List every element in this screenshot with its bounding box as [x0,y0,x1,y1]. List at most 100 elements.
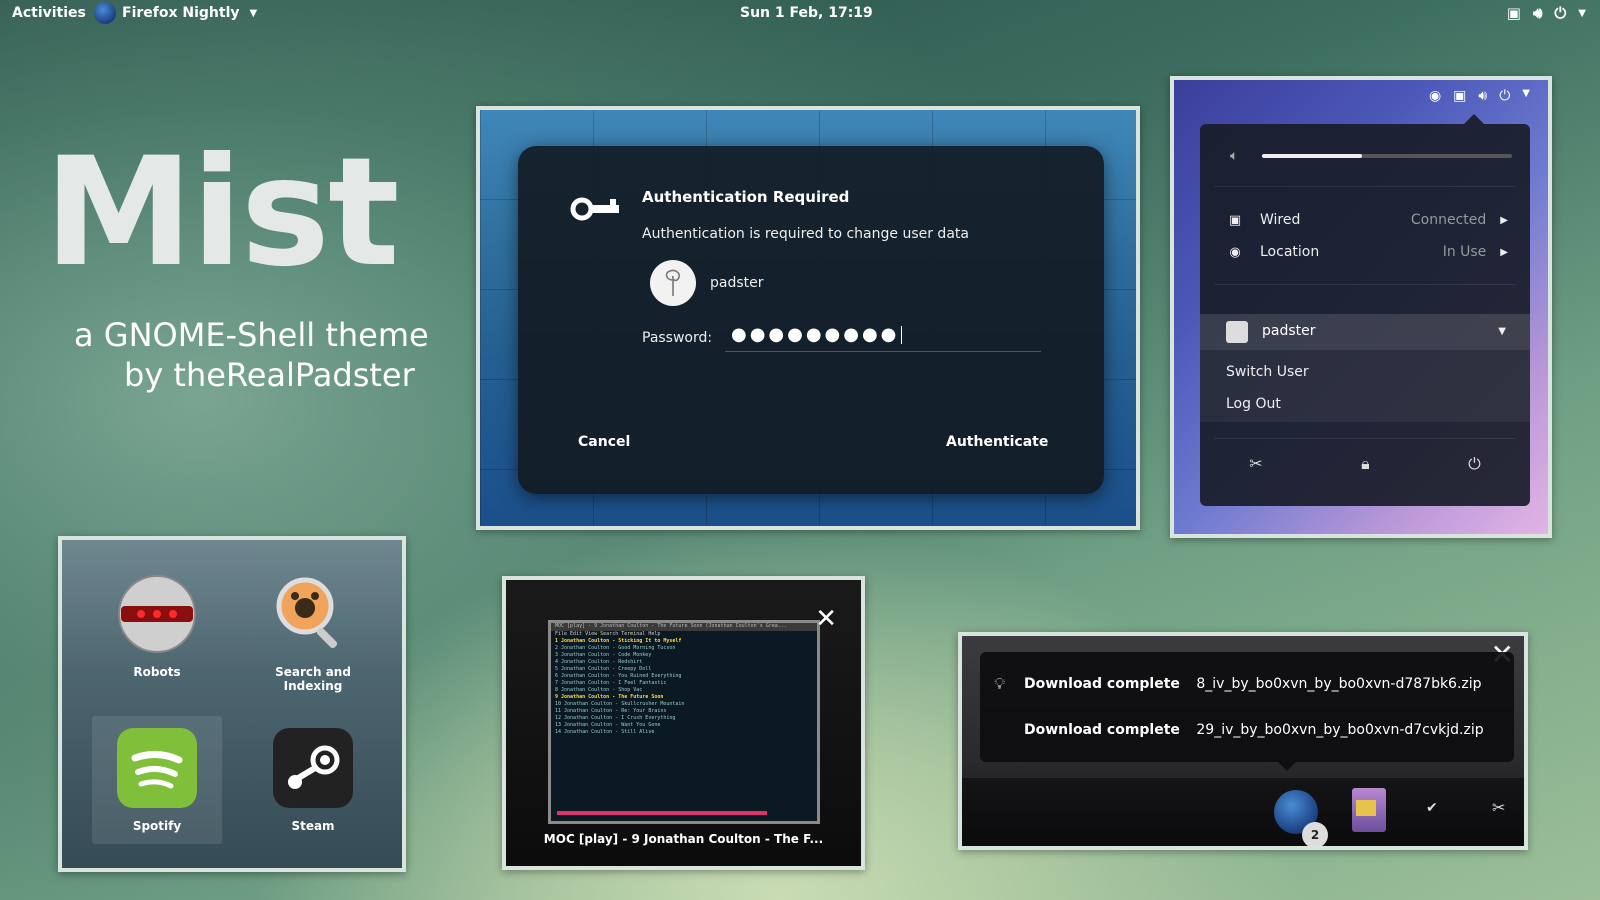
location-item[interactable]: ◉ Location In Use ▶ [1228,244,1508,260]
tools-icon[interactable]: ✂ [1492,798,1505,817]
thumbnail-line: 7 Jonathan Coulton - I Feel Fantastic [555,680,667,686]
log-out-item[interactable]: Log Out [1226,396,1281,412]
steam-icon [273,728,353,808]
notification-preview: ✕ 💡︎ Download complete 8_iv_by_bo0xvn_by… [958,632,1528,850]
app-menu[interactable]: Firefox Nightly ▼ [94,2,257,24]
wired-item[interactable]: ▣ Wired Connected ▶ [1228,212,1508,228]
notification-title: Download complete [1024,676,1180,692]
network-icon: ▣ [1453,88,1467,104]
thumbnail-line: 3 Jonathan Coulton - Code Monkey [555,652,652,658]
volume-muted-icon: 🔈︎ [1230,148,1239,164]
chevron-right-icon: ▶ [1500,246,1508,258]
location-status: In Use [1442,244,1487,260]
wired-status: Connected [1410,212,1487,228]
checkbox-icon[interactable]: ✔ [1426,800,1438,816]
volume-slider-fill [1262,154,1362,158]
system-menu-preview: ◉ ▣ 🔊︎ ⏻ ▼ 🔈︎ ▣ Wired Connected ▶ ◉ Loca… [1170,76,1552,538]
key-icon [570,197,619,221]
app-search-indexing[interactable]: Search and Indexing [248,562,378,693]
password-label: Password: [642,330,713,346]
app-label: Search and Indexing [275,665,351,693]
window-thumbnail: MOC [play] - 9 Jonathan Coulton - The Fu… [548,620,820,824]
search-indexing-icon [276,577,338,649]
location-label: Location [1260,244,1320,260]
thumbnail-title: MOC [play] - 9 Jonathan Coulton - The Fu… [551,623,817,631]
window-caption: MOC [play] - 9 Jonathan Coulton - The F.… [543,832,824,846]
system-menu: 🔈︎ ▣ Wired Connected ▶ ◉ Location In Use… [1200,124,1530,506]
user-item[interactable]: padster ▼ [1200,314,1530,350]
hardware-icon[interactable] [1352,788,1386,832]
thumbnail-line: 2 Jonathan Coulton - Good Morning Tucson [555,645,676,651]
theme-subtitle: a GNOME-Shell theme [74,316,429,354]
user-name: padster [1262,323,1316,339]
dialog-description: Authentication is required to change use… [642,226,969,242]
lightbulb-icon: 💡︎ [994,674,1006,693]
settings-icon[interactable]: ✂ [1249,454,1262,474]
switch-user-item[interactable]: Switch User [1226,364,1309,380]
thumbnail-line: 12 Jonathan Coulton - I Crush Everything [555,715,676,721]
authenticate-button[interactable]: Authenticate [946,434,1048,450]
divider [1214,186,1516,187]
chevron-down-icon: ▼ [1498,326,1506,337]
network-wired-icon: ▣ [1228,212,1242,228]
status-area[interactable]: ▣ 🔊︎ ⏻ ▼ [1507,4,1586,22]
app-grid-preview: Robots Search and Indexing Spotify Steam [58,536,406,872]
location-icon: ◉ [1229,244,1241,260]
window-preview[interactable]: MOC [play] - 9 Jonathan Coulton - The Fu… [502,576,865,870]
clock[interactable]: Sun 1 Feb, 17:19 [740,5,873,21]
app-label: Spotify [132,819,182,833]
firefox-nightly-icon [94,2,116,24]
power-icon[interactable]: ⏻ [1468,454,1481,474]
app-robots[interactable]: Robots [92,562,222,690]
notification-item[interactable]: Download complete 29_iv_by_bo0xvn_by_bo0… [1024,722,1484,738]
notification-item[interactable]: Download complete 8_iv_by_bo0xvn_by_bo0x… [1024,676,1482,692]
menu-arrow [1464,114,1484,124]
thumbnail-line: 13 Jonathan Coulton - Want You Gone [555,722,661,728]
dialog-title: Authentication Required [642,188,850,206]
chevron-down-icon: ▼ [249,7,258,19]
app-spotify[interactable]: Spotify [92,716,222,844]
close-icon[interactable]: ✕ [815,604,837,634]
power-icon: ⏻ [1499,88,1511,104]
thumbnail-line: 6 Jonathan Coulton - You Ruined Everythi… [555,673,682,679]
username-label: padster [710,275,764,291]
cancel-button[interactable]: Cancel [578,434,630,450]
location-icon: ◉ [1428,88,1442,104]
thumbnail-line: 9 Jonathan Coulton - The Future Soon [555,694,664,700]
activities-button[interactable]: Activities [12,5,86,21]
thumbnail-line: 1 Jonathan Coulton - Sticking It to Myse… [555,638,682,644]
chevron-down-icon: ▼ [1522,88,1530,99]
avatar [650,260,696,306]
avatar [1226,321,1248,343]
power-icon: ⏻ [1554,4,1567,22]
notification-arrow [1278,762,1296,771]
app-menu-label: Firefox Nightly [122,5,240,21]
thumbnail-line: 10 Jonathan Coulton - Skullcrusher Mount… [555,701,685,707]
notification-body: 29_iv_by_bo0xvn_by_bo0xvn-d7cvkjd.zip [1196,722,1484,738]
volume-slider[interactable] [1262,154,1512,158]
user-avatar-icon [665,269,681,296]
thumbnail-line: 11 Jonathan Coulton - Re: Your Brains [555,708,667,714]
volume-icon: 🔊︎ [1478,88,1488,104]
password-value: ●●●●●●●●● [731,324,900,345]
playback-progress [557,811,767,815]
message-tray: 2 ✔ ✂ [962,778,1524,846]
spotify-icon [117,728,197,808]
status-icons[interactable]: ◉ ▣ 🔊︎ ⏻ ▼ [1429,88,1530,104]
app-steam[interactable]: Steam [248,716,378,844]
thumbnail-menu: File Edit View Search Terminal Help [555,631,661,637]
theme-author: by theRealPadster [124,356,415,394]
thumbnail-line: 14 Jonathan Coulton - Still Alive [555,729,655,735]
auth-dialog-preview: Authentication Required Authentication i… [476,106,1140,530]
divider [1214,284,1516,285]
chevron-down-icon: ▼ [1578,7,1586,19]
thumbnail-line: 8 Jonathan Coulton - Shop Vac [555,687,643,693]
password-field[interactable]: ●●●●●●●●● [725,318,1041,352]
user-section: padster ▼ Switch User Log Out [1200,314,1530,422]
thumbnail-line: 4 Jonathan Coulton - Redshirt [555,659,643,665]
app-label: Robots [133,665,181,679]
notification-title: Download complete [1024,722,1180,738]
lock-icon[interactable]: 🔒︎ [1361,454,1370,474]
wired-label: Wired [1260,212,1301,228]
top-bar: Activities Firefox Nightly ▼ Sun 1 Feb, … [0,0,1600,28]
